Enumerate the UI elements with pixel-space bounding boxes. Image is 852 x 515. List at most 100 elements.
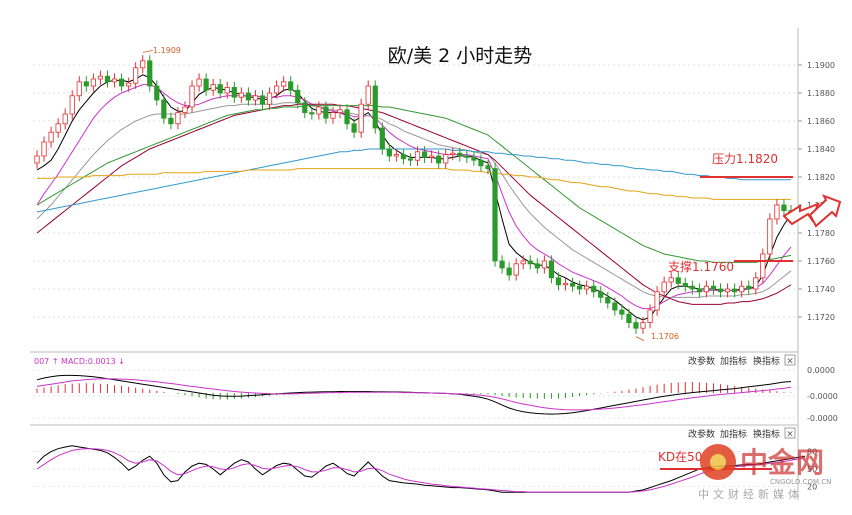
macd-tick-label: -0.0000 — [807, 414, 838, 423]
watermark-brand: 中金网 — [740, 446, 824, 479]
candle-body — [323, 106, 329, 119]
moving-average-line — [36, 105, 792, 263]
low-label: 1.1706 — [651, 332, 679, 341]
candle-body — [492, 168, 498, 262]
candle-body — [266, 92, 273, 105]
candle-body — [753, 277, 759, 290]
candle-body — [548, 260, 555, 279]
chart-stage: 1.19001.18801.18601.18401.18201.18001.17… — [0, 0, 852, 511]
candle-body — [774, 204, 780, 220]
candle-body — [302, 102, 308, 114]
candle-body — [668, 277, 674, 283]
price-tick-label: 1.1860 — [807, 117, 835, 126]
candle-body — [168, 117, 174, 125]
candle-body — [48, 131, 54, 143]
candle-body — [457, 152, 463, 157]
candle-body — [62, 113, 68, 125]
kd-btn-add[interactable]: 加指标 — [720, 428, 747, 440]
candle-body — [126, 82, 132, 87]
candle-body — [295, 89, 301, 104]
candle-body — [379, 127, 385, 150]
candle-body — [506, 267, 512, 276]
candle-body — [781, 204, 787, 211]
candle-body — [605, 296, 611, 304]
eurusd-2h-chart: 1.19001.18801.18601.18401.18201.18001.17… — [30, 28, 842, 501]
candle-body — [69, 95, 75, 115]
candle-body — [189, 85, 195, 108]
candle-body — [485, 165, 491, 170]
macd-btn-switch[interactable]: 换指标 — [753, 355, 780, 367]
candle-body — [619, 309, 625, 315]
candle-body — [238, 92, 244, 98]
candle-body — [407, 158, 414, 161]
candle-body — [330, 112, 336, 119]
macd-close-icon[interactable]: × — [786, 357, 794, 367]
cngold-logo: 中金网 CNGOLD.COM.CN 中文财经新媒体 — [698, 444, 831, 501]
candle-body — [175, 112, 181, 125]
candle-body — [55, 123, 61, 133]
candle-body — [358, 103, 364, 133]
candle-body — [421, 151, 428, 158]
candle-body — [76, 81, 82, 97]
candle-body — [41, 141, 47, 157]
candle-body — [344, 109, 350, 125]
kd-close-icon[interactable]: × — [786, 430, 794, 440]
candle-body — [464, 155, 470, 158]
candle-body — [499, 260, 505, 269]
candle-body — [703, 285, 710, 293]
candle-body — [647, 309, 653, 324]
candle-body — [576, 285, 583, 290]
macd-panel: 0.0000 -0.0000 -0.0000 — [33, 366, 838, 423]
macd-btn-params[interactable]: 改参数 — [688, 355, 715, 367]
candle-body — [111, 78, 118, 83]
candle-body — [562, 282, 569, 286]
candle-body — [626, 313, 632, 324]
candle-body — [224, 87, 230, 94]
price-tick-label: 1.1900 — [807, 61, 835, 70]
candle-body — [281, 81, 287, 87]
price-tick-label: 1.1880 — [807, 89, 835, 98]
candle-body — [288, 81, 294, 91]
candle-body — [196, 78, 202, 87]
candle-body — [351, 123, 357, 133]
candle-body — [527, 260, 533, 265]
candle-body — [534, 263, 540, 269]
resistance-label: 压力1.1820 — [712, 152, 778, 166]
candle-body — [210, 84, 216, 91]
chart-title: 欧/美 2 小时走势 — [388, 45, 533, 67]
high-label: 1.1909 — [153, 46, 181, 55]
candle-body — [682, 282, 688, 287]
candle-body — [400, 154, 407, 160]
candle-body — [118, 78, 125, 87]
candle-body — [154, 85, 160, 101]
candle-body — [689, 285, 695, 290]
candle-body — [97, 75, 104, 80]
kd-annotation: KD在50 — [658, 450, 702, 464]
candle-body — [732, 288, 738, 293]
high-marker — [142, 50, 153, 53]
price-tick-label: 1.1780 — [807, 229, 835, 238]
candle-body — [259, 95, 266, 105]
candle-body — [443, 154, 449, 164]
candle-body — [450, 152, 456, 155]
candle-body — [365, 85, 371, 105]
candle-body — [147, 60, 153, 87]
candle-body — [598, 291, 604, 298]
candle-body — [252, 95, 259, 101]
macd-btn-add[interactable]: 加指标 — [720, 355, 747, 367]
price-tick-label: 1.1720 — [807, 313, 835, 322]
support-label: 支撑1.1760 — [668, 259, 734, 274]
candle-body — [513, 263, 519, 276]
low-marker — [635, 336, 645, 341]
candle-body — [161, 99, 167, 119]
price-tick-label: 1.1760 — [807, 257, 835, 266]
candle-body — [696, 288, 702, 293]
kd-btn-switch[interactable]: 换指标 — [753, 428, 780, 440]
candle-body — [633, 322, 639, 329]
kd-btn-params[interactable]: 改参数 — [688, 428, 715, 440]
candle-body — [429, 155, 435, 158]
price-tick-label: 1.1740 — [807, 285, 835, 294]
moving-average-line — [36, 148, 791, 213]
macd-tick-label: 0.0000 — [807, 366, 835, 375]
candle-body — [309, 112, 315, 115]
